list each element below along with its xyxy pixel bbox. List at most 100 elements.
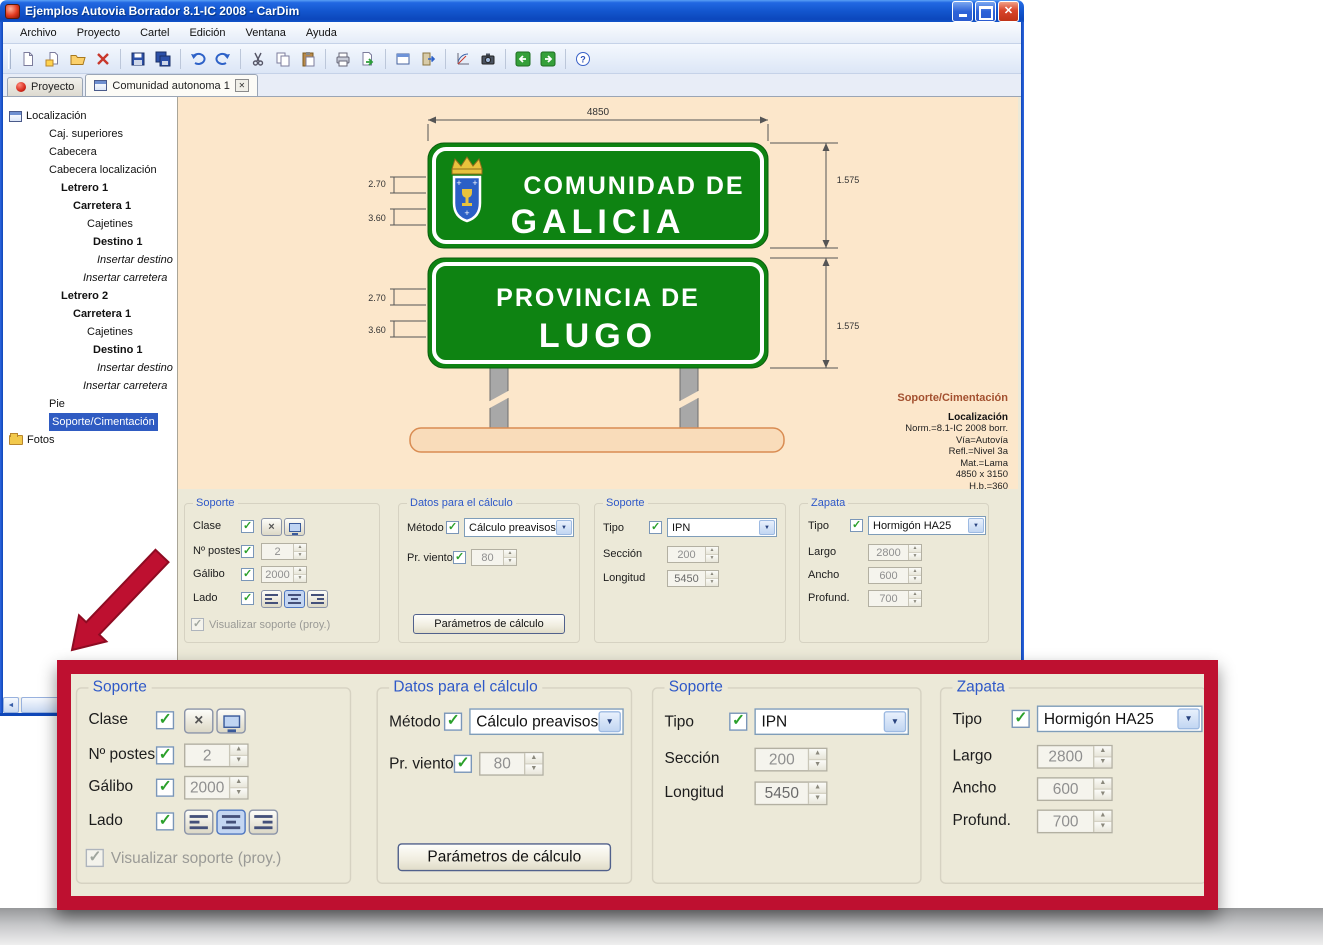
redo-icon[interactable] — [211, 47, 235, 71]
forward-icon[interactable] — [536, 47, 560, 71]
viento-field[interactable]: 80 — [471, 549, 517, 566]
parametros-calculo-button[interactable]: Parámetros de cálculo — [398, 843, 612, 871]
tree-item-cajetines[interactable]: Cajetines — [87, 215, 177, 233]
lado-center-button[interactable] — [284, 590, 305, 608]
largo-spinner[interactable]: 2800 — [868, 544, 922, 561]
tree-item-insertar-destino[interactable]: Insertar destino — [97, 251, 177, 269]
tree-item-cabecera-localizacion[interactable]: Cabecera localización — [49, 161, 177, 179]
lado-right-button[interactable] — [249, 809, 279, 834]
chevron-down-icon[interactable] — [556, 520, 572, 535]
sign-1[interactable]: + + + COMUNIDAD DE GALICIA — [428, 143, 768, 248]
spinner-arrows-icon[interactable] — [908, 545, 921, 560]
delete-icon[interactable] — [91, 47, 115, 71]
spinner-arrows-icon[interactable] — [705, 547, 718, 562]
viento-field[interactable]: 80 — [479, 752, 544, 776]
clase-x-button[interactable] — [261, 518, 282, 536]
menu-edicion[interactable]: Edición — [180, 25, 234, 41]
sign-drawing-canvas[interactable]: + + + COMUNIDAD DE GALICIA PROVINCIA DE … — [178, 97, 1018, 489]
tree-item-soporte-cimentacion[interactable]: Soporte/Cimentación — [49, 413, 177, 431]
scroll-left-icon[interactable] — [3, 697, 19, 713]
lado-left-button[interactable] — [184, 809, 214, 834]
viento-checkbox[interactable] — [453, 551, 466, 564]
spinner-arrows-icon[interactable] — [1093, 746, 1111, 767]
tree-item-carretera-1[interactable]: Carretera 1 — [73, 197, 177, 215]
seccion-spinner[interactable]: 200 — [667, 546, 719, 563]
copy-icon[interactable] — [271, 47, 295, 71]
new-document-icon[interactable] — [16, 47, 40, 71]
spinner-arrows-icon[interactable] — [229, 777, 247, 798]
galibo-checkbox[interactable] — [156, 779, 174, 797]
tipo-combobox[interactable]: IPN — [667, 518, 777, 537]
tree-item-carretera-1b[interactable]: Carretera 1 — [73, 305, 177, 323]
spinner-arrows-icon[interactable] — [1093, 779, 1111, 800]
lado-checkbox[interactable] — [156, 812, 174, 830]
spinner-arrows-icon[interactable] — [808, 749, 826, 770]
clase-preview-button[interactable] — [284, 518, 305, 536]
npostes-spinner[interactable]: 2 — [184, 743, 249, 767]
tree-item-letrero-1[interactable]: Letrero 1 — [61, 179, 177, 197]
zapata-tipo-checkbox[interactable] — [850, 519, 863, 532]
chevron-down-icon[interactable] — [759, 520, 775, 535]
chevron-down-icon[interactable] — [1177, 708, 1199, 729]
tree-item-insertar-carretera[interactable]: Insertar carretera — [83, 269, 177, 287]
print-icon[interactable] — [331, 47, 355, 71]
ancho-spinner[interactable]: 600 — [868, 567, 922, 584]
restore-button[interactable] — [975, 1, 996, 22]
chevron-down-icon[interactable] — [968, 518, 984, 533]
npostes-checkbox[interactable] — [156, 746, 174, 764]
menu-proyecto[interactable]: Proyecto — [68, 25, 129, 41]
longitud-spinner[interactable]: 5450 — [754, 781, 827, 805]
tree-item-insertar-carretera-b[interactable]: Insertar carretera — [83, 377, 177, 395]
close-button[interactable] — [998, 1, 1019, 22]
tab-proyecto[interactable]: Proyecto — [7, 77, 83, 96]
spinner-arrows-icon[interactable] — [1093, 811, 1111, 832]
seccion-spinner[interactable]: 200 — [754, 748, 827, 772]
tree-item-insertar-destino-b[interactable]: Insertar destino — [97, 359, 177, 377]
spinner-arrows-icon[interactable] — [293, 567, 306, 582]
tree-item-letrero-2[interactable]: Letrero 2 — [61, 287, 177, 305]
galibo-spinner[interactable]: 2000 — [184, 776, 249, 800]
metodo-combobox[interactable]: Cálculo preavisos — [469, 708, 624, 735]
tipo-checkbox[interactable] — [729, 713, 747, 731]
lado-checkbox[interactable] — [241, 592, 254, 605]
parametros-calculo-button[interactable]: Parámetros de cálculo — [413, 614, 565, 634]
zapata-tipo-combobox[interactable]: Hormigón HA25 — [868, 516, 986, 535]
export-icon[interactable] — [356, 47, 380, 71]
viento-checkbox[interactable] — [454, 755, 472, 773]
insert-cartel-icon[interactable] — [416, 47, 440, 71]
chevron-down-icon[interactable] — [884, 711, 906, 732]
clase-preview-button[interactable] — [216, 708, 246, 733]
galibo-spinner[interactable]: 2000 — [261, 566, 307, 583]
dimension-tool-icon[interactable] — [451, 47, 475, 71]
spinner-arrows-icon[interactable] — [293, 544, 306, 559]
galibo-checkbox[interactable] — [241, 568, 254, 581]
close-tab-icon[interactable] — [235, 79, 249, 92]
profund-spinner[interactable]: 700 — [868, 590, 922, 607]
tree-item-destino-1[interactable]: Destino 1 — [93, 233, 177, 251]
zapata-tipo-combobox[interactable]: Hormigón HA25 — [1037, 706, 1203, 733]
save-icon[interactable] — [126, 47, 150, 71]
tree-item-cabecera[interactable]: Cabecera — [49, 143, 177, 161]
menu-archivo[interactable]: Archivo — [11, 25, 66, 41]
lado-left-button[interactable] — [261, 590, 282, 608]
spinner-arrows-icon[interactable] — [808, 783, 826, 804]
menu-ayuda[interactable]: Ayuda — [297, 25, 346, 41]
undo-icon[interactable] — [186, 47, 210, 71]
minimize-button[interactable] — [952, 1, 973, 22]
tab-comunidad-autonoma[interactable]: Comunidad autonoma 1 — [85, 74, 257, 96]
metodo-checkbox[interactable] — [446, 521, 459, 534]
tree-item-cajetines-b[interactable]: Cajetines — [87, 323, 177, 341]
visualizar-checkbox[interactable] — [191, 618, 204, 631]
ancho-spinner[interactable]: 600 — [1037, 777, 1113, 801]
new-window-icon[interactable] — [391, 47, 415, 71]
profund-spinner[interactable]: 700 — [1037, 809, 1113, 833]
zapata-tipo-checkbox[interactable] — [1012, 710, 1030, 728]
tree-item-destino-1b[interactable]: Destino 1 — [93, 341, 177, 359]
help-icon[interactable]: ? — [571, 47, 595, 71]
tree-item-localizacion[interactable]: Localización — [9, 107, 177, 125]
sign-2[interactable]: PROVINCIA DE LUGO — [428, 258, 768, 368]
metodo-checkbox[interactable] — [444, 713, 462, 731]
largo-spinner[interactable]: 2800 — [1037, 745, 1113, 769]
menu-ventana[interactable]: Ventana — [237, 25, 295, 41]
paste-icon[interactable] — [296, 47, 320, 71]
